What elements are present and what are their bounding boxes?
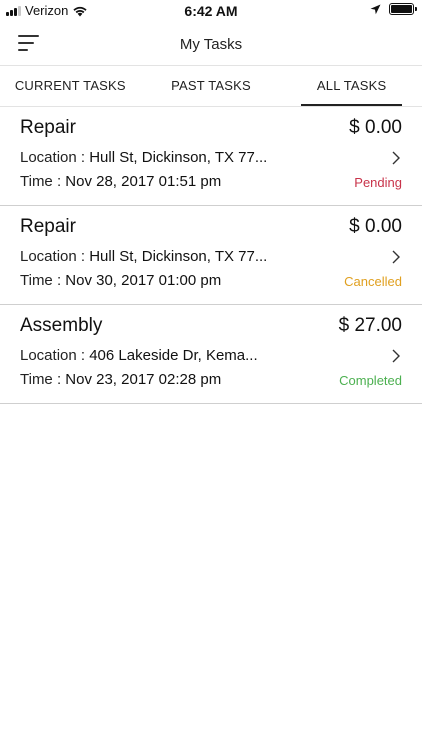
task-price: $ 27.00 [338, 315, 402, 336]
time-label: Time : [20, 272, 66, 289]
task-type: Repair [20, 216, 76, 237]
task-location: Location : Hull St, Dickinson, TX 77... [20, 248, 267, 265]
task-row[interactable]: Assembly $ 27.00 Location : 406 Lakeside… [0, 305, 422, 404]
task-list: Repair $ 0.00 Location : Hull St, Dickin… [0, 107, 422, 404]
task-row[interactable]: Repair $ 0.00 Location : Hull St, Dickin… [0, 206, 422, 305]
location-value: Hull St, Dickinson, TX 77... [89, 248, 268, 265]
location-value: 406 Lakeside Dr, Kema... [89, 347, 258, 364]
status-time: 6:42 AM [184, 3, 238, 19]
task-time: Time : Nov 28, 2017 01:51 pm [20, 173, 221, 190]
status-right [370, 3, 417, 15]
location-label: Location : [20, 347, 90, 364]
nav-bar: My Tasks [0, 22, 422, 66]
task-type: Assembly [20, 315, 103, 336]
chevron-right-icon[interactable] [392, 349, 400, 363]
location-label: Location : [20, 149, 90, 166]
status-badge: Cancelled [344, 274, 402, 289]
location-value: Hull St, Dickinson, TX 77... [89, 149, 268, 166]
chevron-right-icon[interactable] [392, 151, 400, 165]
location-label: Location : [20, 248, 90, 265]
tab-past-tasks[interactable]: PAST TASKS [141, 67, 282, 106]
task-location: Location : Hull St, Dickinson, TX 77... [20, 149, 267, 166]
location-arrow-icon [370, 4, 381, 14]
chevron-right-icon[interactable] [392, 250, 400, 264]
tab-all-tasks[interactable]: ALL TASKS [281, 67, 422, 106]
battery-icon [389, 3, 417, 15]
tab-current-tasks[interactable]: CURRENT TASKS [0, 67, 141, 106]
time-label: Time : [20, 173, 66, 190]
task-row[interactable]: Repair $ 0.00 Location : Hull St, Dickin… [0, 107, 422, 206]
status-bar: Verizon 6:42 AM [0, 0, 422, 22]
task-price: $ 0.00 [349, 117, 402, 138]
time-value: Nov 23, 2017 02:28 pm [65, 371, 222, 388]
task-location: Location : 406 Lakeside Dr, Kema... [20, 347, 258, 364]
time-value: Nov 30, 2017 01:00 pm [65, 272, 222, 289]
task-price: $ 0.00 [349, 216, 402, 237]
status-badge: Pending [354, 175, 402, 190]
task-time: Time : Nov 23, 2017 02:28 pm [20, 371, 221, 388]
time-label: Time : [20, 371, 66, 388]
status-badge: Completed [339, 373, 402, 388]
task-time: Time : Nov 30, 2017 01:00 pm [20, 272, 221, 289]
page-title: My Tasks [179, 36, 243, 53]
task-tabs: CURRENT TASKS PAST TASKS ALL TASKS [0, 67, 422, 107]
task-type: Repair [20, 117, 76, 138]
time-value: Nov 28, 2017 01:51 pm [65, 173, 222, 190]
